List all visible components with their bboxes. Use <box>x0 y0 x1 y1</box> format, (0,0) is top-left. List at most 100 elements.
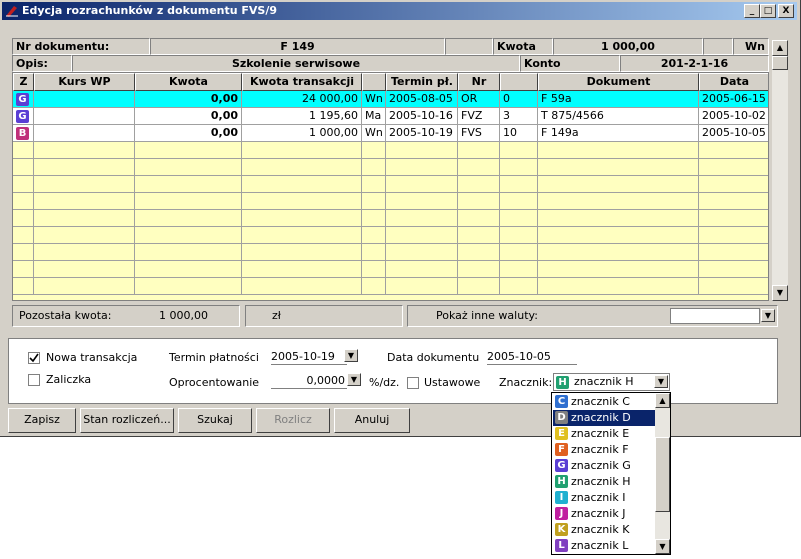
settle-amount-cell[interactable] <box>135 142 242 159</box>
calendar-dropdown-icon[interactable]: ▼ <box>344 349 358 362</box>
date-cell[interactable]: 2005-06-15 <box>699 91 768 108</box>
date-cell[interactable] <box>699 244 768 261</box>
reg-type-cell[interactable] <box>458 278 500 295</box>
table-row[interactable] <box>13 210 768 227</box>
trans-amount-cell[interactable]: 24 000,00 <box>242 91 362 108</box>
col-header-reg-no[interactable] <box>500 73 538 91</box>
save-button[interactable]: Zapisz <box>8 408 76 433</box>
close-button[interactable]: X <box>778 4 794 18</box>
rate-cell[interactable] <box>34 108 135 125</box>
dropdown-option[interactable]: Jznacznik J <box>553 506 655 522</box>
date-cell[interactable] <box>699 176 768 193</box>
reg-type-cell[interactable] <box>458 142 500 159</box>
reg-type-cell[interactable]: OR <box>458 91 500 108</box>
trans-amount-cell[interactable] <box>242 210 362 227</box>
due-date-input[interactable]: 2005-10-19 <box>271 349 347 365</box>
trans-amount-cell[interactable]: 1 000,00 <box>242 125 362 142</box>
side-cell[interactable]: Ma <box>362 108 386 125</box>
date-cell[interactable] <box>699 261 768 278</box>
marker-dropdown-list[interactable]: Cznacznik C Dznacznik D Eznacznik E Fznaczn… <box>551 392 671 555</box>
due-date-cell[interactable]: 2005-10-16 <box>386 108 458 125</box>
col-header-side[interactable] <box>362 73 386 91</box>
reg-no-cell[interactable]: 3 <box>500 108 538 125</box>
due-date-cell[interactable] <box>386 142 458 159</box>
side-cell[interactable]: Wn <box>362 125 386 142</box>
interest-dropdown-icon[interactable]: ▼ <box>347 373 361 386</box>
scroll-down-button[interactable]: ▼ <box>655 539 670 554</box>
grid-scrollbar[interactable]: ▲ ▼ <box>772 40 788 301</box>
reg-type-cell[interactable] <box>458 159 500 176</box>
trans-amount-cell[interactable] <box>242 142 362 159</box>
dropdown-option[interactable]: Hznacznik H <box>553 474 655 490</box>
settlements-grid[interactable]: Z Kurs WP Kwota rozliczenia Kwota transa… <box>12 72 769 301</box>
table-row[interactable] <box>13 261 768 278</box>
settle-amount-cell[interactable] <box>135 159 242 176</box>
rate-cell[interactable] <box>34 142 135 159</box>
col-header-date[interactable]: Data <box>699 73 768 91</box>
dropdown-scrollbar[interactable]: ▲ ▼ <box>655 393 670 554</box>
reg-type-cell[interactable] <box>458 227 500 244</box>
reg-type-cell[interactable]: FVZ <box>458 108 500 125</box>
trans-amount-cell[interactable] <box>242 278 362 295</box>
minimize-button[interactable]: _ <box>744 4 760 18</box>
col-header-document[interactable]: Dokument <box>538 73 699 91</box>
scroll-thumb[interactable] <box>772 56 788 70</box>
advance-label[interactable]: Zaliczka <box>46 373 91 386</box>
side-cell[interactable] <box>362 193 386 210</box>
date-cell[interactable] <box>699 142 768 159</box>
reg-no-cell[interactable] <box>500 176 538 193</box>
side-cell[interactable] <box>362 227 386 244</box>
scroll-down-button[interactable]: ▼ <box>772 285 788 301</box>
rate-cell[interactable] <box>34 210 135 227</box>
trans-amount-cell[interactable] <box>242 261 362 278</box>
settle-amount-cell[interactable] <box>135 261 242 278</box>
reg-type-cell[interactable] <box>458 261 500 278</box>
settle-amount-cell[interactable]: 0,00 <box>135 91 242 108</box>
trans-amount-cell[interactable] <box>242 227 362 244</box>
status-badge[interactable]: G <box>13 91 34 108</box>
side-cell[interactable] <box>362 278 386 295</box>
reg-no-cell[interactable] <box>500 278 538 295</box>
scroll-thumb[interactable] <box>655 437 670 512</box>
status-badge[interactable] <box>13 193 34 210</box>
due-date-cell[interactable] <box>386 261 458 278</box>
scroll-up-button[interactable]: ▲ <box>655 393 670 408</box>
due-date-cell[interactable]: 2005-08-05 <box>386 91 458 108</box>
settle-amount-cell[interactable] <box>135 278 242 295</box>
status-badge[interactable] <box>13 227 34 244</box>
col-header-z[interactable]: Z <box>13 73 34 91</box>
date-cell[interactable] <box>699 193 768 210</box>
rate-cell[interactable] <box>34 176 135 193</box>
table-row[interactable] <box>13 278 768 295</box>
due-date-cell[interactable] <box>386 159 458 176</box>
rate-cell[interactable] <box>34 125 135 142</box>
chevron-down-icon[interactable]: ▼ <box>761 309 775 322</box>
reg-no-cell[interactable] <box>500 210 538 227</box>
col-header-settle-amount[interactable]: Kwota rozliczenia <box>135 73 242 104</box>
settlement-status-button[interactable]: Stan rozliczeń... <box>80 408 174 433</box>
marker-select[interactable]: H znacznik H ▼ <box>553 373 670 391</box>
status-badge[interactable]: G <box>13 108 34 125</box>
col-header-due[interactable]: Termin pł. <box>386 73 458 91</box>
table-row[interactable] <box>13 176 768 193</box>
advance-checkbox[interactable] <box>28 374 40 386</box>
status-badge[interactable] <box>13 142 34 159</box>
side-cell[interactable] <box>362 142 386 159</box>
due-date-cell[interactable] <box>386 193 458 210</box>
rate-cell[interactable] <box>34 261 135 278</box>
due-date-cell[interactable]: 2005-10-19 <box>386 125 458 142</box>
dropdown-option[interactable]: Eznacznik E <box>553 426 655 442</box>
rate-cell[interactable] <box>34 278 135 295</box>
maximize-button[interactable]: □ <box>760 4 776 18</box>
chevron-down-icon[interactable]: ▼ <box>654 375 668 388</box>
date-cell[interactable] <box>699 278 768 295</box>
reg-type-cell[interactable]: FVS <box>458 125 500 142</box>
status-badge[interactable] <box>13 278 34 295</box>
document-cell[interactable] <box>538 176 699 193</box>
settle-amount-cell[interactable] <box>135 193 242 210</box>
settle-amount-cell[interactable] <box>135 244 242 261</box>
side-cell[interactable] <box>362 159 386 176</box>
cancel-button[interactable]: Anuluj <box>334 408 410 433</box>
table-row[interactable] <box>13 193 768 210</box>
scroll-up-button[interactable]: ▲ <box>772 40 788 56</box>
